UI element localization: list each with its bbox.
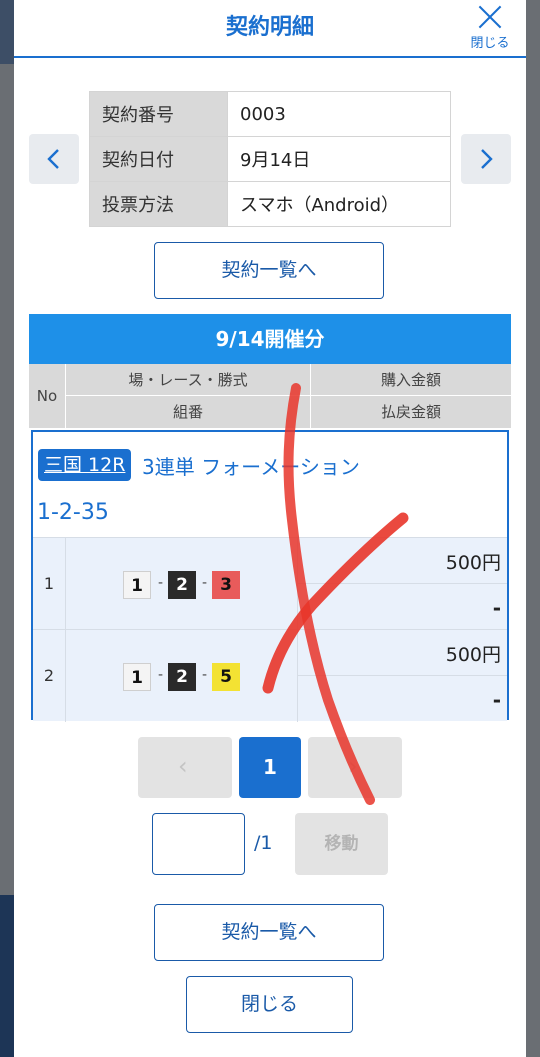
- contract-list-button-bottom[interactable]: 契約一覧へ: [154, 904, 384, 961]
- contract-number-value: 0003: [227, 91, 451, 137]
- payout-amount: -: [492, 688, 501, 712]
- bet-entry-header: 三国 12R 3連単 フォーメーション 1-2-35: [33, 432, 507, 537]
- boat-chip: 5: [212, 663, 240, 691]
- chevron-right-icon: ›: [348, 752, 358, 780]
- col-purchase-amount: 購入金額: [311, 364, 511, 396]
- session-header: 9/14開催分: [29, 314, 511, 364]
- page-total: /1: [254, 832, 273, 854]
- boat-chip: 1: [123, 663, 151, 691]
- page-number-input[interactable]: [152, 813, 245, 875]
- boat-chip: 2: [168, 571, 196, 599]
- close-button[interactable]: 閉じる: [464, 2, 516, 52]
- contract-info-table: 契約番号 0003 契約日付 9月14日 投票方法 スマホ（Android）: [89, 91, 451, 227]
- close-label: 閉じる: [470, 36, 510, 51]
- contract-list-button-top[interactable]: 契約一覧へ: [154, 242, 384, 299]
- background-left: [0, 0, 14, 1057]
- vote-method-label: 投票方法: [89, 181, 228, 227]
- background-right: [526, 0, 540, 1057]
- pager-next-button[interactable]: ›: [308, 737, 402, 798]
- page-title: 契約明細: [225, 15, 314, 40]
- boat-chip: 2: [168, 663, 196, 691]
- chevron-left-icon: [47, 149, 59, 169]
- separator: -: [202, 575, 208, 591]
- purchase-amount: 500円: [298, 538, 507, 584]
- bet-type: 3連単 フォーメーション: [142, 455, 360, 479]
- payout-amount: -: [492, 596, 501, 620]
- row-number: 1: [33, 538, 66, 630]
- bet-entry: 三国 12R 3連単 フォーメーション 1-2-35 1 1 - 2 - 3 5…: [31, 430, 509, 722]
- background-header-strip: [0, 0, 14, 64]
- separator: -: [158, 667, 164, 683]
- contract-info-row: 契約番号 0003: [89, 91, 451, 137]
- contract-detail-modal: 契約明細 閉じる 契約番号 0003 契約日付 9月14日 投票方法 スマホ（A…: [14, 0, 526, 1057]
- purchase-amount: 500円: [298, 630, 507, 676]
- separator: -: [158, 575, 164, 591]
- contract-date-label: 契約日付: [89, 136, 228, 182]
- modal-header: 契約明細 閉じる: [14, 0, 526, 58]
- move-button[interactable]: 移動: [295, 813, 388, 875]
- boat-chip: 3: [212, 571, 240, 599]
- table-row: 1 1 - 2 - 3 500円 -: [33, 537, 507, 630]
- separator: -: [202, 667, 208, 683]
- vote-method-value: スマホ（Android）: [227, 181, 451, 227]
- col-payout-amount: 払戻金額: [380, 403, 441, 421]
- pager-current-page[interactable]: 1: [239, 737, 301, 798]
- col-venue-race-type: 場・レース・勝式: [66, 364, 311, 396]
- contract-date-value: 9月14日: [227, 136, 451, 182]
- pick-chips: 1 - 2 - 5: [66, 630, 298, 722]
- next-contract-button[interactable]: [461, 134, 511, 184]
- chevron-left-icon: ‹: [178, 752, 188, 780]
- col-no: No: [29, 364, 66, 428]
- contract-info-row: 投票方法 スマホ（Android）: [89, 181, 451, 227]
- contract-info-row: 契約日付 9月14日: [89, 136, 451, 182]
- bet-grid-header: No 場・レース・勝式 購入金額 組番 払戻金額: [29, 364, 511, 428]
- pager-prev-button[interactable]: ‹: [138, 737, 232, 798]
- chevron-right-icon: [481, 149, 493, 169]
- col-combination: 組番: [66, 396, 311, 428]
- row-number: 2: [33, 630, 66, 722]
- venue-race-link[interactable]: 三国 12R: [38, 449, 132, 481]
- close-icon: [477, 4, 503, 30]
- previous-contract-button[interactable]: [29, 134, 79, 184]
- boat-chip: 1: [123, 571, 151, 599]
- bet-combination: 1-2-35: [37, 500, 109, 525]
- table-row: 2 1 - 2 - 5 500円 -: [33, 629, 507, 722]
- contract-number-label: 契約番号: [89, 91, 228, 137]
- background-footer-strip: [0, 895, 14, 1057]
- pick-chips: 1 - 2 - 3: [66, 538, 298, 630]
- close-button-bottom[interactable]: 閉じる: [186, 976, 353, 1033]
